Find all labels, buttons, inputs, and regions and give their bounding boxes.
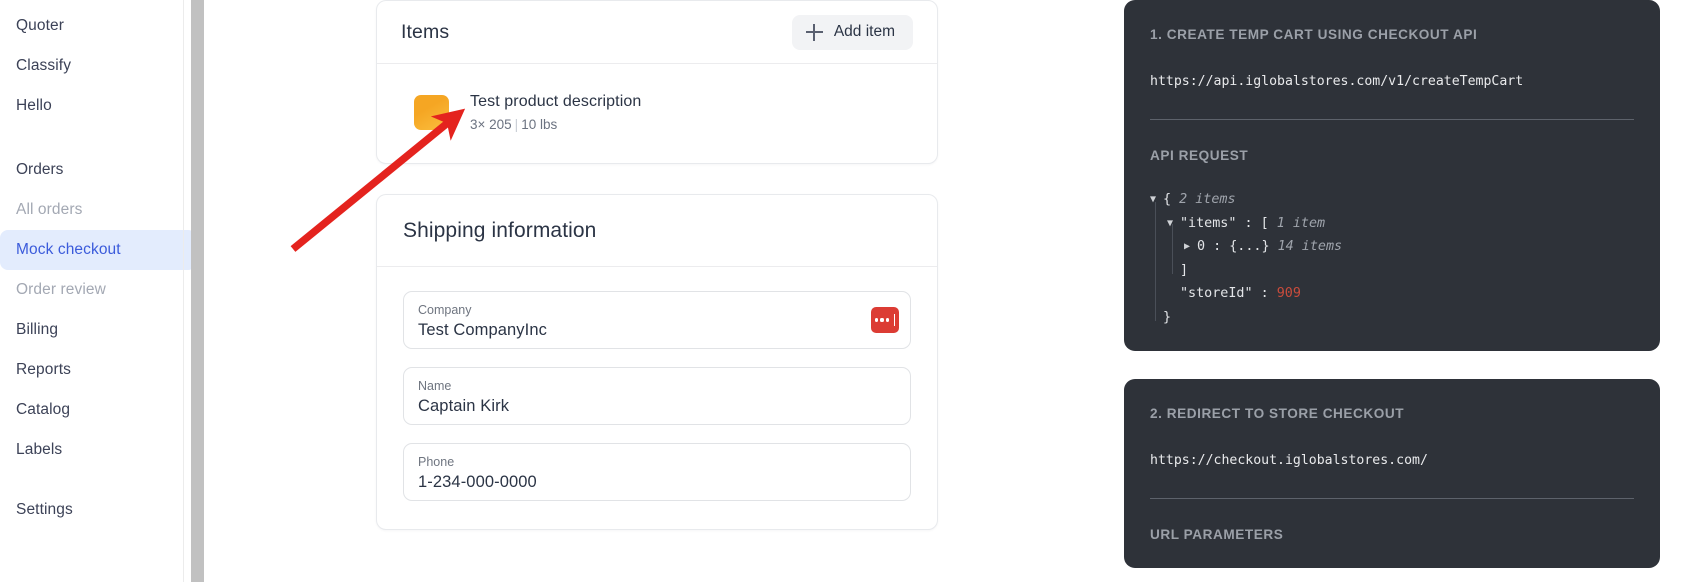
add-item-button[interactable]: Add item — [791, 14, 913, 50]
phone-field-label: Phone — [418, 455, 455, 469]
company-field-label: Company — [418, 303, 472, 317]
api-request-label: API REQUEST — [1150, 148, 1249, 163]
name-field-value: Captain Kirk — [418, 397, 510, 415]
step-2-title: 2. REDIRECT TO STORE CHECKOUT — [1150, 406, 1405, 421]
sidebar-item-settings[interactable]: Settings — [0, 490, 196, 530]
sidebar-item-label: Billing — [16, 321, 59, 338]
step-1-url[interactable]: https://api.iglobalstores.com/v1/createT… — [1150, 73, 1634, 91]
item-quantity: 3× 205 — [470, 117, 512, 132]
json-row: "storeId" : 909 — [1150, 282, 1634, 306]
item-weight: 10 lbs — [521, 117, 558, 132]
json-row[interactable]: ▼ "items" : [ 1 item — [1150, 212, 1634, 236]
sidebar-item-all-orders[interactable]: All orders — [0, 190, 196, 230]
json-token: 0 : {...} — [1197, 239, 1270, 254]
main-content: Items Add item Test product description … — [204, 0, 1706, 582]
sidebar-item-hello[interactable]: Hello — [0, 86, 196, 126]
sidebar-item-label: Quoter — [16, 17, 64, 34]
phone-field[interactable]: Phone 1-234-000-0000 — [403, 443, 911, 501]
ellipsis-icon[interactable] — [871, 307, 899, 333]
sidebar-item-label: Hello — [16, 97, 52, 114]
shipping-card-header: Shipping information — [377, 195, 937, 267]
tree-guide-line — [1155, 202, 1156, 321]
sidebar-item-label: Labels — [16, 441, 63, 458]
sidebar: Quoter Classify Hello Orders All orders … — [0, 0, 204, 582]
app-root: Quoter Classify Hello Orders All orders … — [0, 0, 1706, 582]
sidebar-item-billing[interactable]: Billing — [0, 310, 196, 350]
sidebar-item-label: Reports — [16, 361, 71, 378]
sidebar-section-label: Orders — [16, 161, 64, 178]
item-meta-separator: | — [514, 117, 519, 132]
sidebar-item-label: All orders — [16, 201, 83, 218]
json-meta: 14 items — [1277, 239, 1343, 254]
step-2-card: 2. REDIRECT TO STORE CHECKOUT https://ch… — [1124, 379, 1660, 568]
shipping-information-card: Shipping information Company Test Compan… — [376, 194, 938, 530]
json-token: "storeId" : — [1180, 286, 1277, 301]
shipping-fields: Company Test CompanyInc Name Captain Kir… — [377, 267, 937, 529]
item-meta: 3× 205 | 10 lbs — [470, 116, 641, 133]
chevron-down-icon[interactable]: ▼ — [1150, 188, 1163, 212]
chevron-right-icon[interactable]: ▶ — [1184, 235, 1197, 259]
json-token: } — [1163, 309, 1172, 325]
name-field[interactable]: Name Captain Kirk — [403, 367, 911, 425]
dot — [880, 318, 884, 322]
api-steps-panel: 1. CREATE TEMP CART USING CHECKOUT API h… — [1124, 0, 1660, 568]
sidebar-item-labels[interactable]: Labels — [0, 430, 196, 470]
json-token: ] — [1180, 262, 1189, 278]
items-card: Items Add item Test product description … — [376, 0, 938, 164]
product-thumbnail[interactable] — [414, 94, 449, 130]
json-row: ] — [1150, 259, 1634, 283]
sidebar-item-classify[interactable]: Classify — [0, 46, 196, 86]
sidebar-item-label: Catalog — [16, 401, 71, 418]
json-row[interactable]: ▼{ 2 items — [1150, 188, 1634, 212]
step-1-title: 1. CREATE TEMP CART USING CHECKOUT API — [1150, 27, 1478, 42]
json-meta: 1 item — [1276, 215, 1326, 231]
sidebar-item-quoter[interactable]: Quoter — [0, 6, 196, 46]
divider — [1150, 119, 1634, 120]
item-name: Test product description — [470, 93, 642, 110]
text-cursor — [893, 314, 896, 326]
divider — [1150, 498, 1634, 499]
sidebar-item-order-review[interactable]: Order review — [0, 270, 196, 310]
sidebar-item-label: Classify — [16, 57, 72, 74]
chevron-down-icon[interactable]: ▼ — [1167, 212, 1180, 236]
step-2-url[interactable]: https://checkout.iglobalstores.com/ — [1150, 452, 1634, 470]
json-row[interactable]: ▶ 0 : {...} 14 items — [1150, 235, 1634, 259]
dot — [874, 318, 878, 322]
name-field-label: Name — [418, 379, 452, 393]
item-text-block: Test product description 3× 205 | 10 lbs — [470, 91, 641, 133]
url-parameters-label: URL PARAMETERS — [1150, 527, 1284, 542]
items-card-header: Items Add item — [377, 1, 937, 64]
json-token: { — [1163, 192, 1172, 207]
sidebar-divider — [183, 0, 184, 582]
sidebar-item-mock-checkout[interactable]: Mock checkout — [0, 230, 196, 270]
json-row: } — [1150, 306, 1634, 330]
shipping-title: Shipping information — [403, 218, 597, 242]
plus-icon — [805, 23, 823, 41]
center-column: Items Add item Test product description … — [376, 0, 938, 530]
step-1-card: 1. CREATE TEMP CART USING CHECKOUT API h… — [1124, 0, 1660, 351]
card-spacer — [376, 164, 938, 194]
json-tree-viewer[interactable]: ▼{ 2 items ▼ "items" : [ 1 item ▶ 0 : {...… — [1150, 188, 1634, 329]
item-row[interactable]: Test product description 3× 205 | 10 lbs — [377, 64, 937, 163]
sidebar-item-label: Mock checkout — [16, 241, 121, 258]
page-scrollbar[interactable] — [191, 0, 204, 582]
tree-guide-line — [1172, 224, 1173, 274]
sidebar-item-label: Order review — [16, 281, 106, 298]
sidebar-item-label: Settings — [16, 501, 73, 518]
company-field-value: Test CompanyInc — [418, 321, 547, 339]
sidebar-section-orders: Orders — [0, 150, 204, 190]
sidebar-item-catalog[interactable]: Catalog — [0, 390, 196, 430]
company-field[interactable]: Company Test CompanyInc — [403, 291, 911, 349]
phone-field-value: 1-234-000-0000 — [418, 473, 537, 491]
dot — [886, 318, 890, 322]
sidebar-item-reports[interactable]: Reports — [0, 350, 196, 390]
json-token: "items" : [ — [1180, 215, 1269, 231]
page-title: Items — [401, 20, 450, 43]
json-number: 909 — [1276, 286, 1301, 301]
add-item-label: Add item — [833, 23, 895, 40]
json-meta: 2 items — [1179, 192, 1236, 207]
